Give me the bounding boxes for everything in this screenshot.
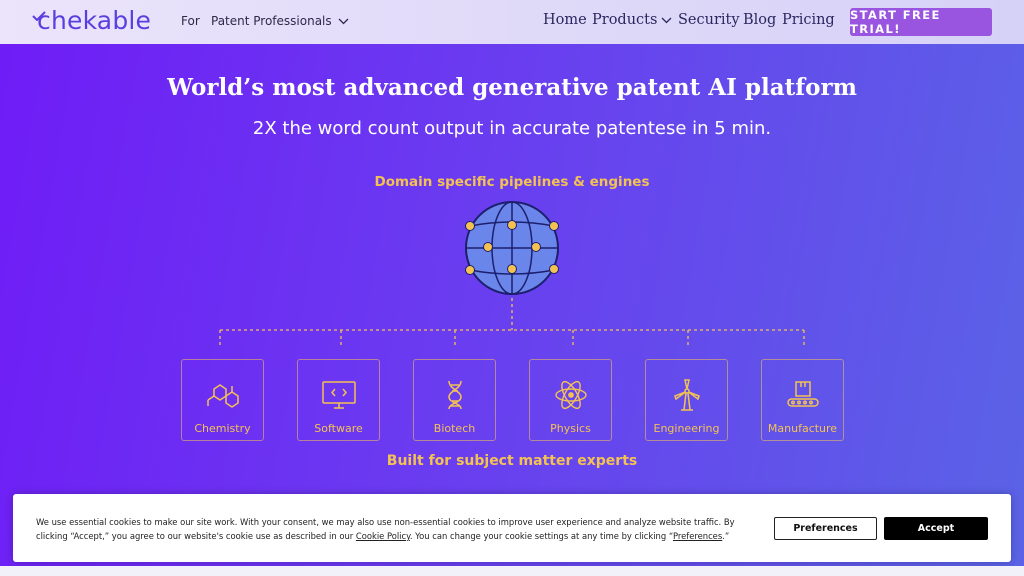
experts-label: Built for subject matter experts (386, 453, 638, 469)
domain-card-biotech: Biotech (413, 359, 496, 441)
domain-card-physics: Physics (529, 359, 612, 441)
atom-icon (554, 378, 588, 412)
domain-label: Manufacture (767, 422, 838, 435)
preferences-link[interactable]: Preferences (673, 531, 722, 541)
page-bottom-strip (0, 566, 1024, 576)
cookie-policy-link[interactable]: Cookie Policy (356, 531, 410, 541)
cookie-text-part: . You can change your cookie settings at… (409, 531, 673, 541)
dna-icon (443, 378, 467, 412)
domain-label: Engineering (653, 422, 720, 435)
accept-button[interactable]: Accept (884, 517, 988, 540)
monitor-code-icon (321, 378, 357, 412)
wind-turbine-icon (671, 378, 703, 412)
cookie-text-part: .” (722, 531, 730, 541)
preferences-button[interactable]: Preferences (774, 517, 877, 540)
domain-label: Physics (550, 422, 591, 435)
cookie-text: We use essential cookies to make our sit… (36, 515, 766, 543)
conveyor-box-icon (786, 378, 820, 412)
domain-label: Software (314, 422, 363, 435)
domain-card-engineering: Engineering (645, 359, 728, 441)
molecule-icon (205, 378, 241, 412)
cookie-banner: We use essential cookies to make our sit… (13, 494, 1011, 562)
domain-card-software: Software (297, 359, 380, 441)
connector-lines (219, 298, 805, 348)
domain-label: Chemistry (194, 422, 251, 435)
domain-card-manufacture: Manufacture (761, 359, 844, 441)
domain-label: Biotech (433, 422, 476, 435)
domain-card-chemistry: Chemistry (181, 359, 264, 441)
